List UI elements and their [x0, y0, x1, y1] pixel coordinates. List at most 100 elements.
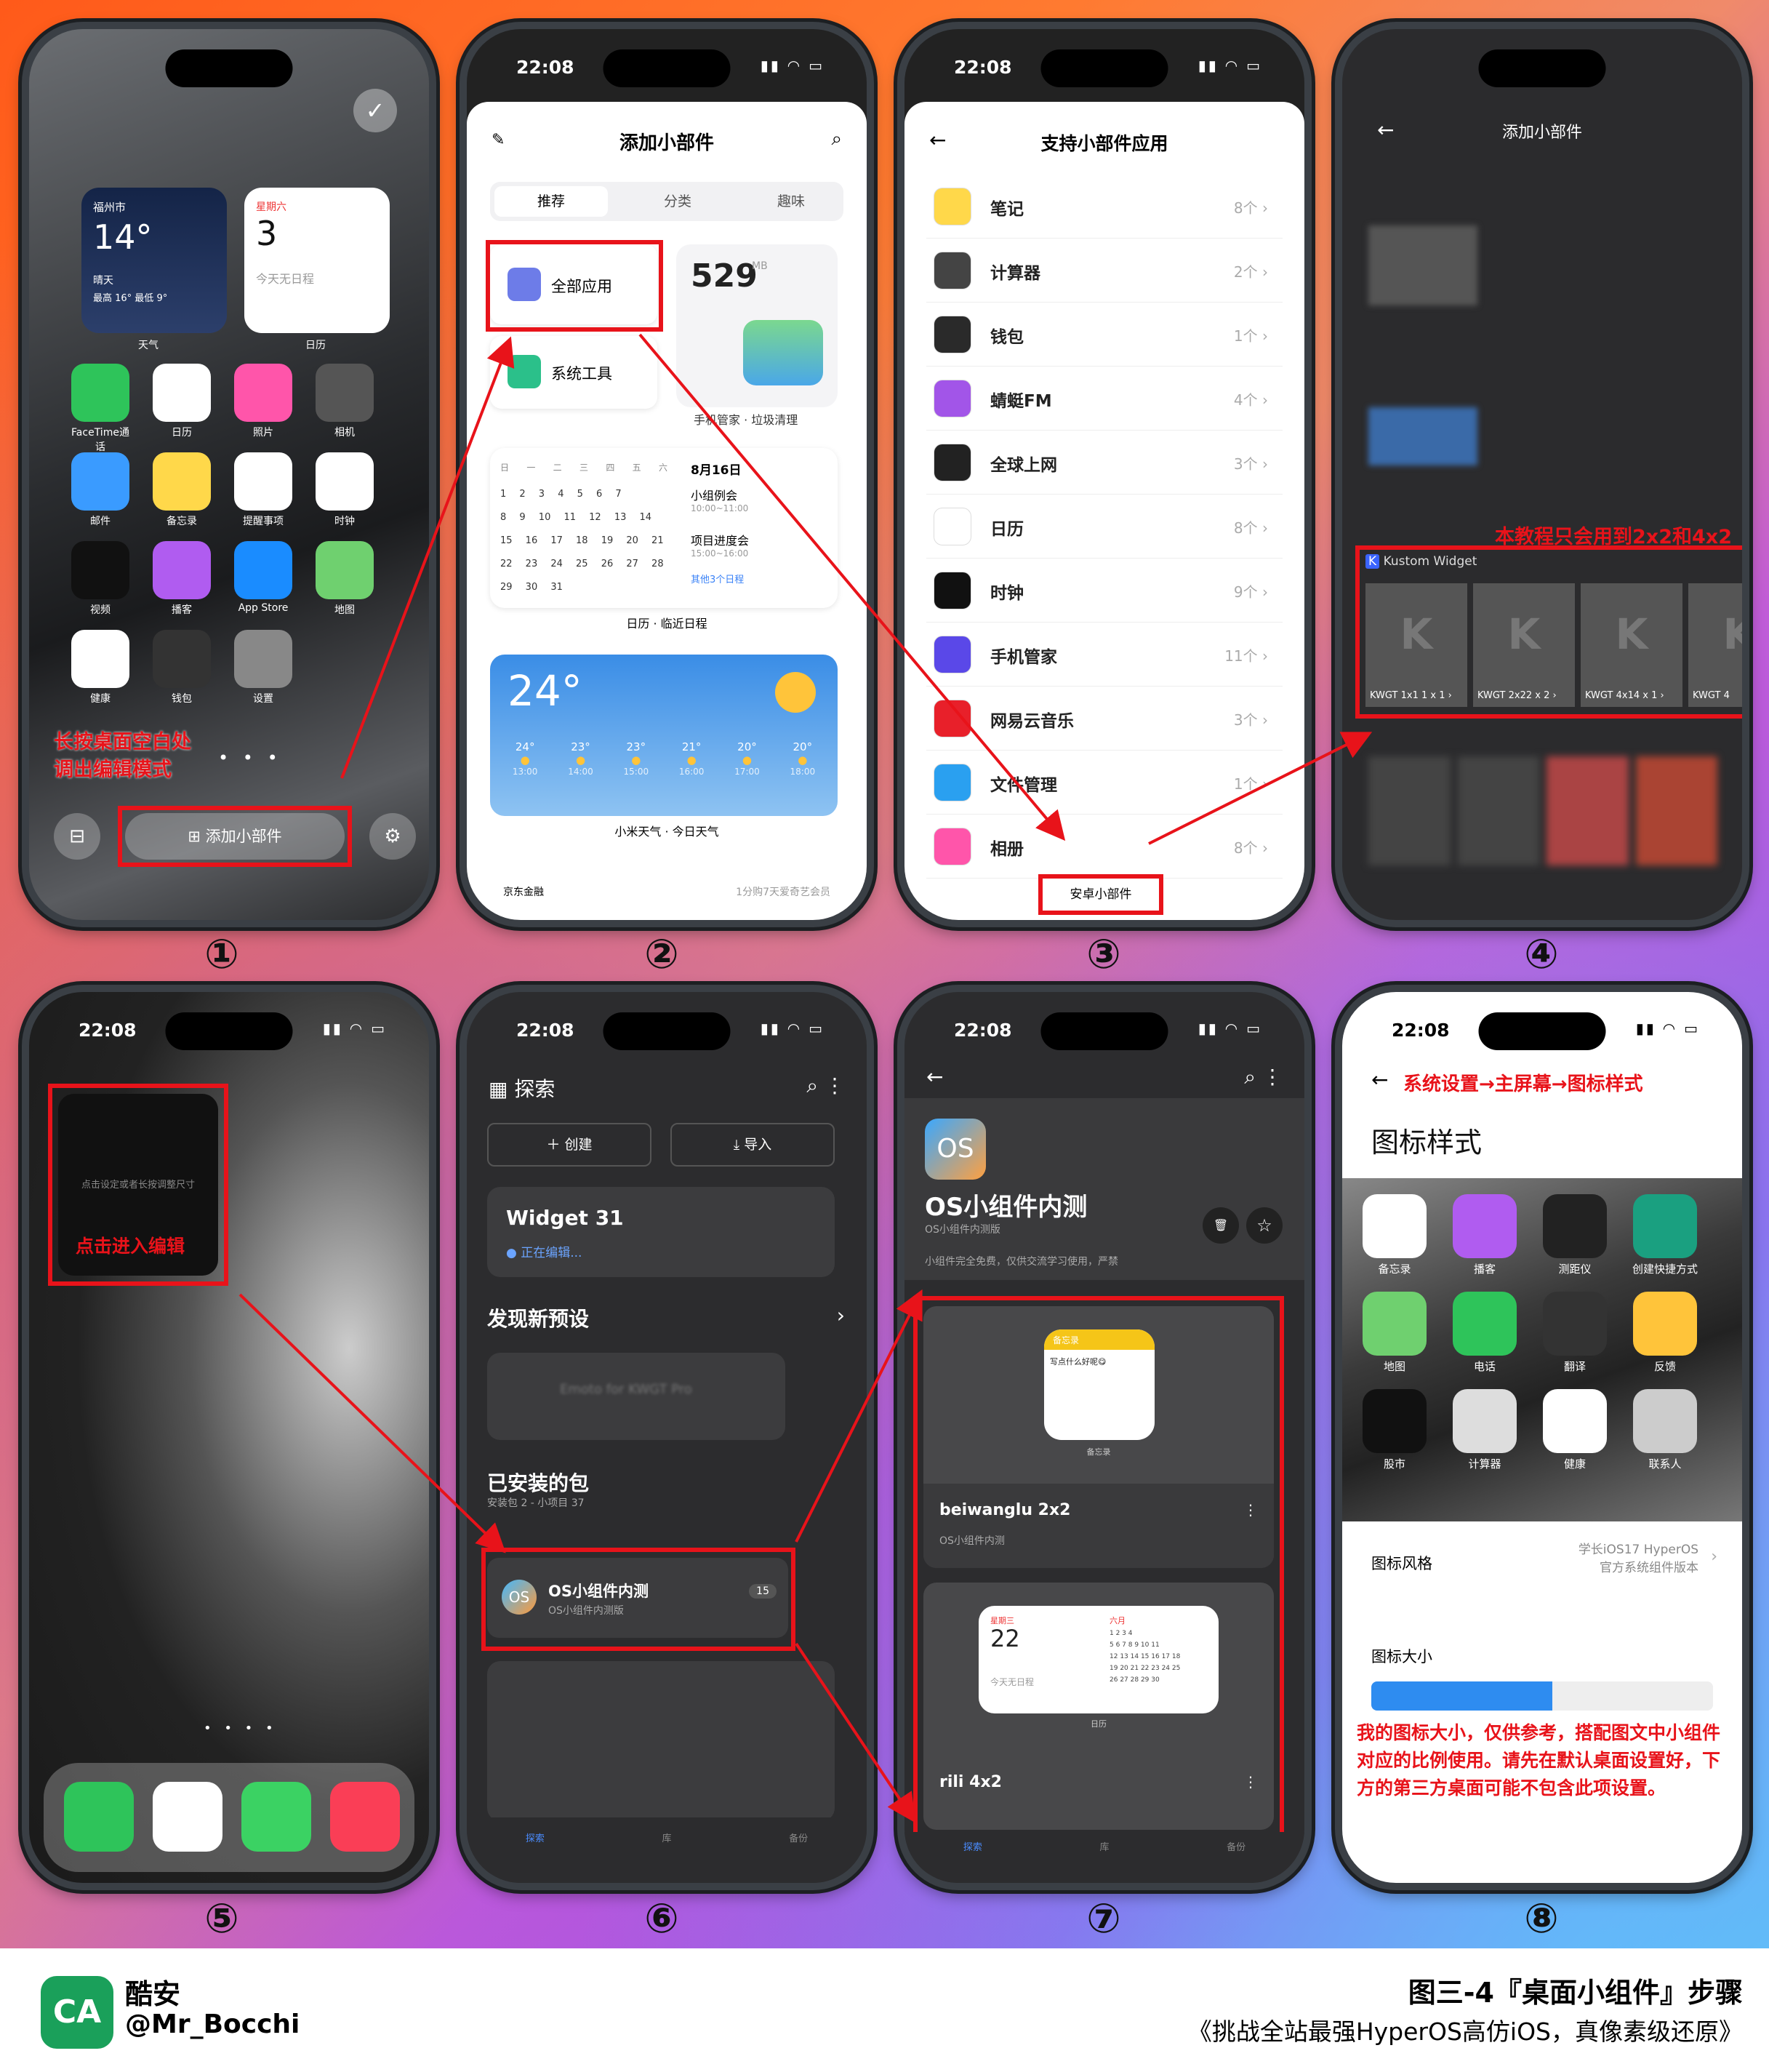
status-time: 22:08	[954, 57, 1012, 78]
app-label: 播客	[1473, 1263, 1496, 1276]
app-icon[interactable]: 反馈	[1629, 1292, 1701, 1374]
app-row[interactable]: 手机管家 11个 ›	[926, 623, 1283, 687]
safari-app-icon[interactable]	[153, 1782, 222, 1852]
hour-item: 23° ● 14:00	[568, 740, 593, 777]
app-icon[interactable]: 计算器	[1448, 1389, 1521, 1471]
search-icon[interactable]: ⌕ ⋮	[1244, 1065, 1283, 1089]
app-icon[interactable]: 创建快捷方式	[1629, 1194, 1701, 1276]
app-icon-image	[153, 541, 211, 599]
app-icon[interactable]: 播客	[1448, 1194, 1521, 1276]
app-row[interactable]: 蜻蜓FM 4个 ›	[926, 367, 1283, 431]
import-button[interactable]: ⤓ 导入	[670, 1123, 835, 1167]
icon-style-value[interactable]: 学长iOS17 HyperOS 官方系统组件版本	[1579, 1539, 1698, 1575]
figure-subtitle: 《挑战全站最强HyperOS高仿iOS，真像素级还原》	[1187, 2017, 1743, 2046]
app-icon-image	[234, 541, 292, 599]
app-icon[interactable]: 联系人	[1629, 1389, 1701, 1471]
app-icon[interactable]: 健康	[70, 630, 131, 705]
status-icons: ▮▮ ◠ ▭	[760, 57, 825, 74]
app-icon[interactable]: 翻译	[1539, 1292, 1611, 1374]
hour-temp: 24°	[515, 740, 535, 753]
app-row-count: 8个 ›	[1233, 839, 1268, 857]
create-button[interactable]: ＋ 创建	[487, 1123, 651, 1167]
app-row[interactable]: 钱包 1个 ›	[926, 303, 1283, 367]
done-check-button[interactable]: ✓	[353, 89, 397, 132]
app-icon[interactable]: 电话	[1448, 1292, 1521, 1374]
hour-temp: 23°	[571, 740, 590, 753]
storage-widget[interactable]: 529 MB	[676, 244, 838, 407]
app-row-count: 3个 ›	[1233, 711, 1268, 729]
app-icon[interactable]: 测距仪	[1539, 1194, 1611, 1276]
app-row[interactable]: 全球上网 3个 ›	[926, 431, 1283, 495]
app-row[interactable]: 相册 8个 ›	[926, 815, 1283, 879]
step8-path-note: 系统设置→主屏幕→图标样式	[1403, 1073, 1643, 1095]
app-icon[interactable]: 播客	[151, 541, 212, 617]
app-icon[interactable]: 照片	[233, 364, 294, 439]
step8-size-note: 我的图标大小，仅供参考，搭配图文中小组件对应的比例使用。请先在默认桌面设置好，下…	[1357, 1722, 1721, 1799]
tab-recommend[interactable]: 推荐	[494, 186, 608, 217]
app-icon[interactable]: 地图	[314, 541, 375, 617]
nav-item[interactable]: 探索	[526, 1831, 545, 1883]
app-icon[interactable]: 健康	[1539, 1389, 1611, 1471]
app-icon[interactable]: 备忘录	[1358, 1194, 1431, 1276]
app-icon[interactable]: 地图	[1358, 1292, 1431, 1374]
dynamic-island	[165, 49, 293, 87]
app-icon[interactable]: App Store	[233, 541, 294, 614]
icon-size-slider[interactable]	[1371, 1681, 1713, 1711]
tab-category[interactable]: 分类	[621, 186, 734, 217]
system-tools-card[interactable]: 系统工具	[490, 336, 657, 409]
app-icon[interactable]: 提醒事项	[233, 452, 294, 528]
settings-icon[interactable]: ⚙	[369, 813, 416, 860]
status-time: 22:08	[954, 1020, 1012, 1041]
app-row[interactable]: 网易云音乐 3个 ›	[926, 687, 1283, 751]
app-icon[interactable]: FaceTime通话	[70, 364, 131, 454]
wallpaper-icon[interactable]: ⊟	[54, 813, 100, 860]
search-icon[interactable]: ⌕ ⋮	[806, 1073, 845, 1098]
app-icon[interactable]: 设置	[233, 630, 294, 705]
app-icon[interactable]: 相机	[314, 364, 375, 439]
app-icon[interactable]: 备忘录	[151, 452, 212, 528]
storage-unit: MB	[752, 260, 768, 272]
preset-card[interactable]: Emoto for KWGT Pro	[487, 1353, 785, 1440]
star-icon[interactable]: ☆	[1246, 1207, 1283, 1244]
messages-app-icon[interactable]	[241, 1782, 311, 1852]
status-icons: ▮▮ ◠ ▭	[1635, 1020, 1700, 1037]
phone-step6: 22:08 ▮▮ ◠ ▭ ▦ 探索 ⌕ ⋮ ＋ 创建 ⤓ 导入 Widget 31…	[460, 985, 874, 1890]
preset-name: Emoto for KWGT Pro	[560, 1382, 692, 1397]
back-arrow-icon[interactable]: ←	[1371, 1068, 1388, 1092]
search-icon[interactable]: ⌕	[831, 128, 842, 151]
step-number-5: ⑤	[204, 1895, 239, 1943]
app-icon[interactable]: 视频	[70, 541, 131, 617]
app-label: 钱包	[172, 693, 192, 705]
app-icon[interactable]: 钱包	[151, 630, 212, 705]
hour-temp: 23°	[626, 740, 646, 753]
widget31-card[interactable]: Widget 31 ● 正在编辑...	[487, 1187, 835, 1277]
app-row-name: 钱包	[990, 328, 1024, 347]
tab-fun[interactable]: 趣味	[734, 186, 848, 217]
back-arrow-icon[interactable]: ←	[926, 1065, 943, 1089]
app-icon[interactable]: 时钟	[314, 452, 375, 528]
cal-event2: 项目进度会	[691, 534, 750, 548]
app-icon[interactable]: 邮件	[70, 452, 131, 528]
app-row[interactable]: 计算器 2个 ›	[926, 239, 1283, 303]
app-row[interactable]: 笔记 8个 ›	[926, 175, 1283, 239]
delete-icon[interactable]: 🗑	[1203, 1207, 1239, 1244]
app-row[interactable]: 文件管理 1个 ›	[926, 751, 1283, 815]
nav-item[interactable]: 库	[662, 1831, 671, 1883]
phone-step1: ✓ 福州市 14° 晴天 最高 16° 最低 9° 天气 星期六 3 今天无日程…	[22, 22, 436, 927]
nav-item[interactable]: 备份	[1227, 1839, 1245, 1883]
chevron-right-icon[interactable]: ›	[837, 1303, 845, 1327]
calendar-widget[interactable]: 星期六 3 今天无日程	[244, 188, 390, 333]
music-app-icon[interactable]	[330, 1782, 400, 1852]
grid-icon: ▦	[489, 1077, 515, 1101]
phone-app-icon[interactable]	[64, 1782, 134, 1852]
nav-item[interactable]: 库	[1099, 1839, 1109, 1883]
app-row[interactable]: 时钟 9个 ›	[926, 559, 1283, 623]
app-icon[interactable]: 日历	[151, 364, 212, 439]
calendar-schedule-widget[interactable]: 日 一 二 三 四 五 六 1 2 3 4 5 6 78 9 10 11 12 13 14 1…	[490, 448, 838, 608]
weather-widget[interactable]: 福州市 14° 晴天 最高 16° 最低 9°	[81, 188, 227, 333]
app-icon[interactable]: 股市	[1358, 1389, 1431, 1471]
app-row[interactable]: 日历 8个 ›	[926, 495, 1283, 559]
nav-item[interactable]: 备份	[789, 1831, 808, 1883]
nav-item[interactable]: 探索	[963, 1839, 982, 1883]
weather-hourly-widget[interactable]: 24° 24° ● 13:00 23° ● 14:00 23° ● 15:00 21° ● 16:00…	[490, 655, 838, 816]
